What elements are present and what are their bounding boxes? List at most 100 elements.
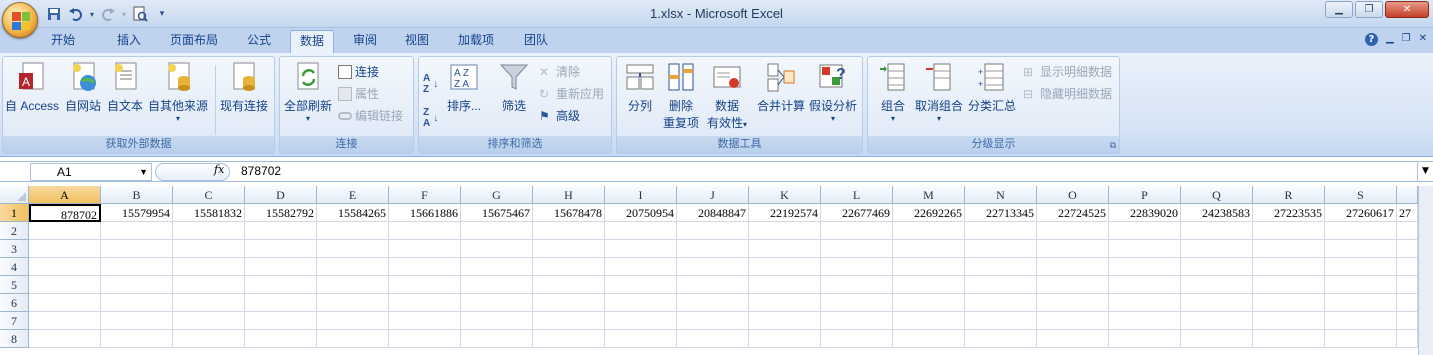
cell[interactable]: 15582792 (245, 204, 317, 222)
cell[interactable]: 15581832 (173, 204, 245, 222)
close-button[interactable]: ✕ (1385, 1, 1429, 18)
cell[interactable] (749, 294, 821, 312)
cell[interactable] (1253, 312, 1325, 330)
cell[interactable] (893, 312, 965, 330)
cell[interactable] (317, 330, 389, 348)
cell[interactable] (29, 258, 101, 276)
cell[interactable] (1109, 240, 1181, 258)
column-header-a[interactable]: A (29, 186, 101, 204)
cell[interactable] (29, 276, 101, 294)
cell[interactable] (1397, 312, 1418, 330)
cell[interactable] (173, 312, 245, 330)
cell[interactable] (965, 276, 1037, 294)
column-header-s[interactable]: S (1325, 186, 1397, 204)
cell[interactable] (965, 330, 1037, 348)
cell[interactable] (389, 312, 461, 330)
cell[interactable] (893, 330, 965, 348)
cell[interactable] (389, 294, 461, 312)
cell[interactable]: 22677469 (821, 204, 893, 222)
workbook-minimize-icon[interactable]: ▁ (1386, 33, 1394, 46)
column-header-h[interactable]: H (533, 186, 605, 204)
maximize-button[interactable]: ❐ (1355, 1, 1383, 18)
cell[interactable] (677, 222, 749, 240)
cell[interactable]: 15584265 (317, 204, 389, 222)
cell[interactable] (245, 258, 317, 276)
cell[interactable] (821, 240, 893, 258)
cell[interactable] (1181, 240, 1253, 258)
cell[interactable] (749, 240, 821, 258)
column-header-r[interactable]: R (1253, 186, 1325, 204)
filter-button[interactable]: 筛选 (499, 59, 529, 114)
cell[interactable] (101, 294, 173, 312)
column-header-e[interactable]: E (317, 186, 389, 204)
cell[interactable] (1325, 294, 1397, 312)
cell[interactable]: 24238583 (1181, 204, 1253, 222)
cell[interactable] (1325, 222, 1397, 240)
cell[interactable] (1181, 258, 1253, 276)
cell[interactable] (1325, 312, 1397, 330)
expand-formula-bar-icon[interactable]: ▼ (1417, 162, 1433, 181)
cell[interactable] (1325, 258, 1397, 276)
cell[interactable] (605, 276, 677, 294)
group-button[interactable]: 组合 ▾ (878, 59, 908, 123)
subtotal-button[interactable]: + + 分类汇总 (968, 59, 1016, 114)
cell[interactable] (317, 222, 389, 240)
cell[interactable] (893, 222, 965, 240)
cell[interactable] (605, 312, 677, 330)
cell[interactable] (1397, 276, 1418, 294)
cell[interactable] (389, 240, 461, 258)
refresh-all-button[interactable]: 全部刷新 ▾ (284, 59, 332, 123)
column-header-partial[interactable] (1397, 186, 1418, 204)
cell[interactable] (749, 312, 821, 330)
column-header-d[interactable]: D (245, 186, 317, 204)
cell[interactable] (1253, 330, 1325, 348)
cell[interactable] (1181, 330, 1253, 348)
cell[interactable] (245, 222, 317, 240)
tab-data[interactable]: 数据 (290, 30, 335, 53)
cell[interactable]: 15675467 (461, 204, 533, 222)
column-header-q[interactable]: Q (1181, 186, 1253, 204)
cell[interactable] (893, 240, 965, 258)
cell[interactable] (533, 312, 605, 330)
tab-home[interactable]: 开始 (42, 30, 84, 53)
workbook-restore-icon[interactable]: ❐ (1402, 33, 1411, 46)
cell[interactable] (29, 294, 101, 312)
tab-review[interactable]: 审阅 (344, 30, 386, 53)
consolidate-button[interactable]: 合并计算 (757, 59, 805, 114)
workbook-close-icon[interactable]: ✕ (1419, 33, 1427, 46)
cell[interactable] (821, 330, 893, 348)
row-header-8[interactable]: 8 (0, 330, 29, 348)
cell[interactable] (29, 222, 101, 240)
column-header-n[interactable]: N (965, 186, 1037, 204)
active-cell[interactable]: 878702 (29, 204, 101, 222)
cell[interactable] (1037, 258, 1109, 276)
cell[interactable] (173, 330, 245, 348)
cell[interactable] (461, 222, 533, 240)
row-header-4[interactable]: 4 (0, 258, 29, 276)
cell[interactable] (1037, 312, 1109, 330)
cell[interactable]: 22839020 (1109, 204, 1181, 222)
data-validation-button[interactable]: 数据 有效性▾ (707, 59, 747, 131)
cell[interactable] (317, 312, 389, 330)
cell[interactable] (317, 294, 389, 312)
cell[interactable] (1181, 294, 1253, 312)
cell[interactable] (821, 294, 893, 312)
cell[interactable] (965, 240, 1037, 258)
cell[interactable] (605, 330, 677, 348)
cell[interactable] (389, 222, 461, 240)
from-text-button[interactable]: 自文本 (107, 59, 143, 114)
cell[interactable] (1253, 222, 1325, 240)
cell[interactable] (317, 258, 389, 276)
cell[interactable] (1037, 240, 1109, 258)
cell[interactable] (101, 276, 173, 294)
cell[interactable] (1253, 258, 1325, 276)
cell[interactable] (749, 222, 821, 240)
cell[interactable] (1397, 222, 1418, 240)
text-to-columns-button[interactable]: 分列 (625, 59, 655, 114)
cell[interactable] (1397, 258, 1418, 276)
cell[interactable] (101, 240, 173, 258)
cell[interactable] (749, 276, 821, 294)
existing-connections-button[interactable]: 现有连接 (220, 59, 268, 114)
cell[interactable] (605, 222, 677, 240)
cell[interactable]: 22713345 (965, 204, 1037, 222)
